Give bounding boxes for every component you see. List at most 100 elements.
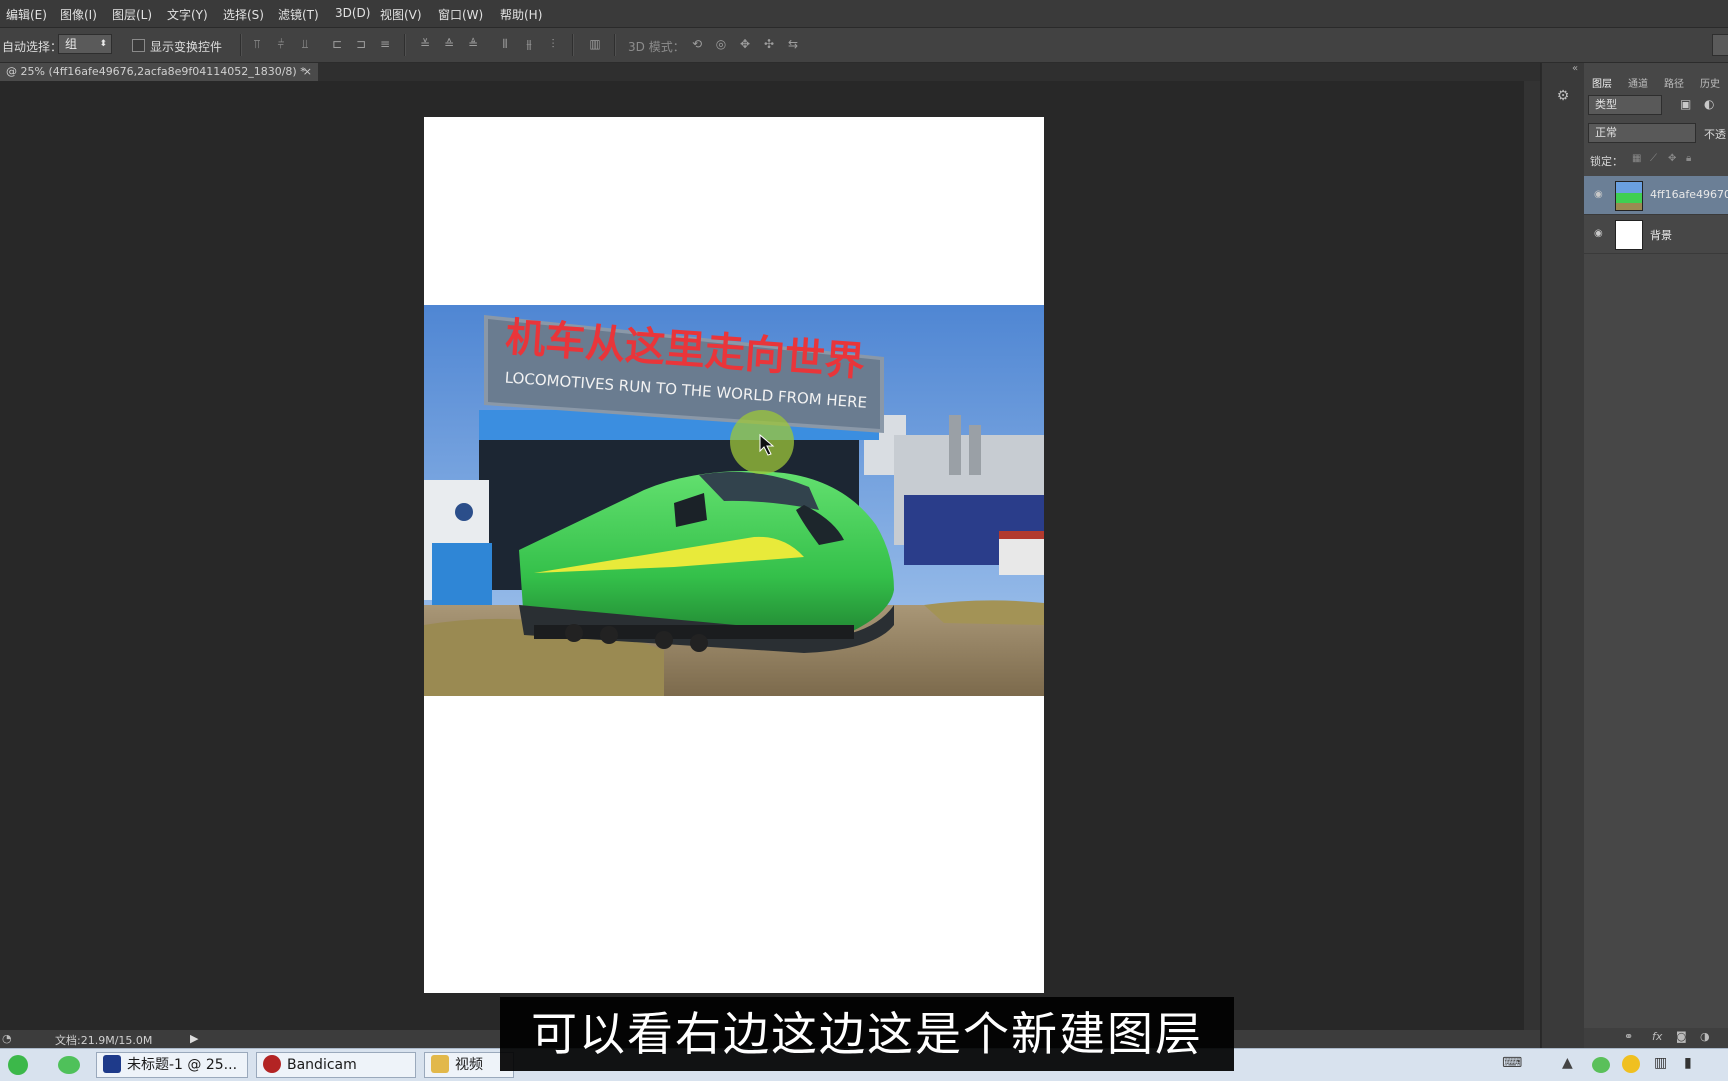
menu-window[interactable]: 窗口(W) xyxy=(438,6,483,23)
adjustment-icon[interactable]: ◑ xyxy=(1700,1030,1710,1043)
layer-filter-value: 类型 xyxy=(1595,98,1617,111)
blend-mode-dropdown[interactable]: 正常 xyxy=(1588,123,1696,143)
layer-thumbnail xyxy=(1615,181,1643,211)
align-bottom-icon[interactable]: ⫫ xyxy=(298,37,312,51)
close-icon[interactable]: × xyxy=(303,63,312,81)
menu-bar: 编辑(E) 图像(I) 图层(L) 文字(Y) 选择(S) 滤镜(T) 3D(D… xyxy=(0,0,1728,28)
lock-label: 锁定： xyxy=(1590,155,1623,168)
menu-3d[interactable]: 3D(D) xyxy=(335,6,370,20)
menu-edit[interactable]: 编辑(E) xyxy=(6,6,47,23)
lock-all-icon[interactable]: 🔒︎ xyxy=(1686,153,1691,164)
network-icon[interactable]: ▥ xyxy=(1654,1055,1667,1071)
tab-channels[interactable]: 通道 xyxy=(1628,75,1648,90)
eye-icon[interactable]: ◉ xyxy=(1594,228,1603,239)
auto-select-label: 自动选择： xyxy=(2,40,63,54)
3d-mode-label: 3D 模式： xyxy=(628,40,685,54)
3d-scale-icon[interactable]: ⇆ xyxy=(786,37,800,51)
auto-select-value: 组 xyxy=(65,37,78,51)
layers-panel-footer: ⚭ fx ◙ ◑ xyxy=(1584,1028,1728,1048)
lock-pixels-icon[interactable]: ▦ xyxy=(1632,153,1641,164)
layer-filter-dropdown[interactable]: 类型 xyxy=(1588,95,1662,115)
chevron-down-icon: ⬍ xyxy=(99,39,107,49)
workspace-switcher[interactable] xyxy=(1712,34,1728,56)
link-icon[interactable]: ⚭ xyxy=(1624,1030,1633,1043)
distribute-hcenter-icon[interactable]: ⫵ xyxy=(522,37,536,51)
blend-mode-value: 正常 xyxy=(1595,126,1617,139)
taskbar-item-label: Bandicam xyxy=(287,1057,357,1073)
start-icon[interactable] xyxy=(8,1055,28,1075)
wechat-icon[interactable] xyxy=(58,1056,80,1074)
tab-layers[interactable]: 图层 xyxy=(1592,75,1612,90)
menu-help[interactable]: 帮助(H) xyxy=(500,6,542,23)
taskbar-item-bandicam[interactable]: Bandicam xyxy=(256,1052,416,1078)
fx-icon[interactable]: fx xyxy=(1652,1030,1662,1043)
distribute-right-icon[interactable]: ⫶ xyxy=(546,37,560,51)
auto-align-icon[interactable]: ▥ xyxy=(588,37,602,51)
lock-brush-icon[interactable]: ⟋ xyxy=(1650,153,1657,164)
signal-icon[interactable]: ▮ xyxy=(1684,1055,1692,1071)
layer-thumbnail xyxy=(1615,220,1643,250)
tab-paths[interactable]: 路径 xyxy=(1664,75,1684,90)
align-right-icon[interactable]: ≡ xyxy=(378,37,392,51)
align-top-icon[interactable]: ⫪ xyxy=(250,37,264,51)
video-subtitle: 可以看右边这边这是个新建图层 xyxy=(500,997,1234,1071)
document-tab[interactable]: @ 25% (4ff16afe49676,2acfa8e9f04114052_1… xyxy=(0,63,318,81)
vertical-scrollbar[interactable] xyxy=(1524,81,1540,1031)
tab-history[interactable]: 历史 xyxy=(1700,75,1720,90)
properties-icon[interactable]: ⚙ xyxy=(1554,87,1572,105)
opacity-label: 不透 xyxy=(1704,128,1726,141)
layer-row-photo[interactable]: ◉ 4ff16afe496702 xyxy=(1584,176,1728,215)
align-vcenter-icon[interactable]: ⫩ xyxy=(274,37,288,51)
train-photo: 机车从这里走向世界 LOCOMOTIVES RUN TO THE WORLD F… xyxy=(424,305,1044,696)
align-hcenter-icon[interactable]: ⊐ xyxy=(354,37,368,51)
taskbar-item-photoshop[interactable]: 未标题-1 @ 25... xyxy=(96,1052,248,1078)
align-left-icon[interactable]: ⊏ xyxy=(330,37,344,51)
menu-select[interactable]: 选择(S) xyxy=(223,6,264,23)
menu-layer[interactable]: 图层(L) xyxy=(112,6,152,23)
photoshop-icon xyxy=(103,1055,121,1073)
divider xyxy=(240,34,242,56)
wechat-tray-icon[interactable] xyxy=(1592,1057,1610,1073)
train-photo-layer[interactable]: 机车从这里走向世界 LOCOMOTIVES RUN TO THE WORLD F… xyxy=(424,305,1044,696)
menu-view[interactable]: 视图(V) xyxy=(380,6,422,23)
show-transform-checkbox[interactable] xyxy=(132,39,145,52)
adjustment-filter-icon[interactable]: ◐ xyxy=(1704,97,1714,111)
layer-row-background[interactable]: ◉ 背景 xyxy=(1584,215,1728,254)
eye-icon[interactable]: ◉ xyxy=(1594,189,1603,200)
menu-image[interactable]: 图像(I) xyxy=(60,6,97,23)
record-icon xyxy=(263,1055,281,1073)
divider xyxy=(572,34,574,56)
lock-position-icon[interactable]: ✥ xyxy=(1668,153,1676,164)
play-arrow-icon[interactable]: ▶ xyxy=(190,1032,198,1045)
sync-tray-icon[interactable] xyxy=(1622,1055,1640,1073)
taskbar-item-label: 未标题-1 @ 25... xyxy=(127,1057,238,1073)
keyboard-icon[interactable]: ⌨ xyxy=(1502,1055,1522,1071)
folder-icon xyxy=(431,1055,449,1073)
distribute-top-icon[interactable]: ≚ xyxy=(418,37,432,51)
zoom-icon[interactable]: ◔ xyxy=(2,1032,12,1045)
layer-name: 4ff16afe496702 xyxy=(1650,188,1728,201)
3d-slide-icon[interactable]: ✣ xyxy=(762,37,776,51)
3d-roll-icon[interactable]: ◎ xyxy=(714,37,728,51)
divider xyxy=(404,34,406,56)
menu-filter[interactable]: 滤镜(T) xyxy=(278,6,319,23)
tray-up-icon[interactable]: ▲ xyxy=(1562,1055,1573,1071)
image-filter-icon[interactable]: ▣ xyxy=(1680,97,1691,111)
document-size: 文档:21.9M/15.0M xyxy=(55,1034,153,1047)
show-transform-label: 显示变换控件 xyxy=(150,40,223,54)
layers-panel: 图层 通道 路径 历史 类型 ▣ ◐ 正常 不透 锁定： ▦ ⟋ ✥ 🔒︎ ◉ … xyxy=(1584,63,1728,1048)
distribute-vcenter-icon[interactable]: ≙ xyxy=(442,37,456,51)
collapse-icon[interactable]: « xyxy=(1572,63,1578,74)
3d-rotate-icon[interactable]: ⟲ xyxy=(690,37,704,51)
mask-icon[interactable]: ◙ xyxy=(1676,1030,1687,1043)
document-tab-title: @ 25% (4ff16afe49676,2acfa8e9f04114052_1… xyxy=(6,65,306,78)
taskbar-item-label: 视频 xyxy=(455,1057,483,1073)
menu-type[interactable]: 文字(Y) xyxy=(167,6,208,23)
3d-pan-icon[interactable]: ✥ xyxy=(738,37,752,51)
distribute-bottom-icon[interactable]: ≜ xyxy=(466,37,480,51)
divider xyxy=(614,34,616,56)
layer-name: 背景 xyxy=(1650,229,1672,242)
panel-icon-strip: « ⚙ xyxy=(1541,63,1585,1048)
auto-select-dropdown[interactable]: 组 ⬍ xyxy=(58,34,112,54)
distribute-left-icon[interactable]: ⫴ xyxy=(498,37,512,51)
